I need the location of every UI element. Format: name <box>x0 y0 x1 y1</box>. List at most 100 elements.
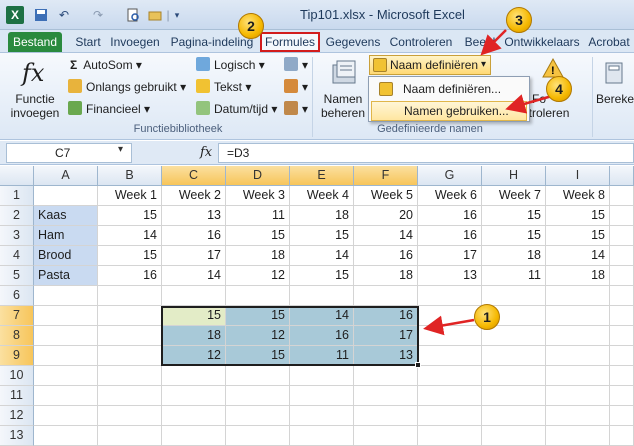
value-cell[interactable]: 18 <box>290 206 354 226</box>
grid-cell[interactable] <box>162 286 226 306</box>
column-header[interactable]: E <box>290 166 354 186</box>
column-header[interactable]: I <box>546 166 610 186</box>
grid-cell[interactable] <box>610 346 634 366</box>
lookup-button[interactable]: ▾ <box>284 57 308 73</box>
value-cell[interactable]: 16 <box>98 266 162 286</box>
tab-formules[interactable]: Formules <box>260 32 320 52</box>
grid-cell[interactable] <box>482 286 546 306</box>
grid-cell[interactable] <box>610 306 634 326</box>
grid-cell[interactable] <box>546 366 610 386</box>
open-icon[interactable] <box>146 6 164 24</box>
selected-cell[interactable]: 17 <box>354 326 418 346</box>
grid-cell[interactable] <box>98 306 162 326</box>
grid-cell[interactable] <box>98 286 162 306</box>
grid-cell[interactable] <box>482 426 546 446</box>
print-preview-icon[interactable] <box>124 6 142 24</box>
grid-cell[interactable] <box>482 386 546 406</box>
grid-cell[interactable] <box>354 426 418 446</box>
undo-icon[interactable]: ↶ <box>56 6 72 24</box>
fill-handle[interactable] <box>415 362 421 368</box>
grid-cell[interactable] <box>354 366 418 386</box>
value-cell[interactable]: 13 <box>418 266 482 286</box>
grid-cell[interactable] <box>546 286 610 306</box>
grid-cell[interactable] <box>162 366 226 386</box>
selected-cell[interactable]: 16 <box>290 326 354 346</box>
grid-cell[interactable] <box>418 346 482 366</box>
column-header[interactable]: F <box>354 166 418 186</box>
column-header[interactable]: H <box>482 166 546 186</box>
row-header[interactable]: 2 <box>0 206 34 226</box>
grid-cell[interactable] <box>418 366 482 386</box>
week-header-cell[interactable]: Week 3 <box>226 186 290 206</box>
menu-item-apply-names[interactable]: Namen gebruiken... <box>371 101 527 121</box>
value-cell[interactable]: 11 <box>226 206 290 226</box>
grid-cell[interactable] <box>162 426 226 446</box>
row-header[interactable]: 12 <box>0 406 34 426</box>
grid-cell[interactable] <box>546 426 610 446</box>
grid-cell[interactable] <box>546 346 610 366</box>
grid-cell[interactable] <box>546 386 610 406</box>
item-label-cell[interactable]: Brood <box>34 246 98 266</box>
row-header[interactable]: 11 <box>0 386 34 406</box>
redo-icon[interactable]: ↷ <box>90 6 106 24</box>
value-cell[interactable]: 14 <box>162 266 226 286</box>
grid-cell[interactable] <box>354 286 418 306</box>
row-header[interactable]: 10 <box>0 366 34 386</box>
selected-cell[interactable]: 11 <box>290 346 354 366</box>
week-header-cell[interactable]: Week 4 <box>290 186 354 206</box>
grid-cell[interactable] <box>98 386 162 406</box>
grid-cell[interactable] <box>290 366 354 386</box>
value-cell[interactable]: 18 <box>546 266 610 286</box>
grid-cell[interactable] <box>98 326 162 346</box>
grid-cell[interactable] <box>482 346 546 366</box>
column-header[interactable]: A <box>34 166 98 186</box>
grid-cell[interactable] <box>610 266 634 286</box>
value-cell[interactable]: 17 <box>418 246 482 266</box>
grid-cell[interactable] <box>610 326 634 346</box>
grid-cell[interactable] <box>162 406 226 426</box>
column-header[interactable]: G <box>418 166 482 186</box>
grid-cell[interactable] <box>226 426 290 446</box>
grid-cell[interactable] <box>98 406 162 426</box>
value-cell[interactable]: 15 <box>98 206 162 226</box>
selected-cell[interactable]: 14 <box>290 306 354 326</box>
grid-cell[interactable] <box>34 406 98 426</box>
text-button[interactable]: Tekst ▾ <box>196 79 251 95</box>
column-header[interactable]: B <box>98 166 162 186</box>
grid-cell[interactable] <box>546 406 610 426</box>
grid-cell[interactable] <box>418 286 482 306</box>
grid-cell[interactable] <box>610 386 634 406</box>
grid-cell[interactable] <box>34 306 98 326</box>
grid-cell[interactable] <box>354 386 418 406</box>
value-cell[interactable]: 14 <box>290 246 354 266</box>
value-cell[interactable]: 15 <box>546 206 610 226</box>
grid-cell[interactable] <box>34 286 98 306</box>
grid-cell[interactable] <box>226 286 290 306</box>
week-header-cell[interactable]: Week 2 <box>162 186 226 206</box>
autosum-button[interactable]: Σ AutoSom ▾ <box>70 57 142 73</box>
grid-cell[interactable] <box>34 186 98 206</box>
column-header[interactable]: D <box>226 166 290 186</box>
math-button[interactable]: ▾ <box>284 79 308 95</box>
tab-acrobat[interactable]: Acrobat <box>584 32 634 52</box>
value-cell[interactable]: 14 <box>354 226 418 246</box>
column-header[interactable]: C <box>162 166 226 186</box>
excel-icon[interactable]: X <box>6 6 24 24</box>
row-header[interactable]: 5 <box>0 266 34 286</box>
recent-button[interactable]: Onlangs gebruikt ▾ <box>68 79 186 95</box>
row-header[interactable]: 8 <box>0 326 34 346</box>
week-header-cell[interactable]: Week 8 <box>546 186 610 206</box>
value-cell[interactable]: 15 <box>290 266 354 286</box>
selected-cell[interactable]: 13 <box>354 346 418 366</box>
selected-cell[interactable]: 12 <box>162 346 226 366</box>
grid-cell[interactable] <box>610 366 634 386</box>
value-cell[interactable]: 15 <box>290 226 354 246</box>
value-cell[interactable]: 18 <box>226 246 290 266</box>
menu-item-define-name[interactable]: Naam definiëren... <box>371 79 527 99</box>
value-cell[interactable]: 15 <box>546 226 610 246</box>
grid-cell[interactable] <box>418 306 482 326</box>
grid-cell[interactable] <box>290 406 354 426</box>
row-header[interactable]: 3 <box>0 226 34 246</box>
grid-cell[interactable] <box>34 346 98 366</box>
grid-cell[interactable] <box>610 426 634 446</box>
